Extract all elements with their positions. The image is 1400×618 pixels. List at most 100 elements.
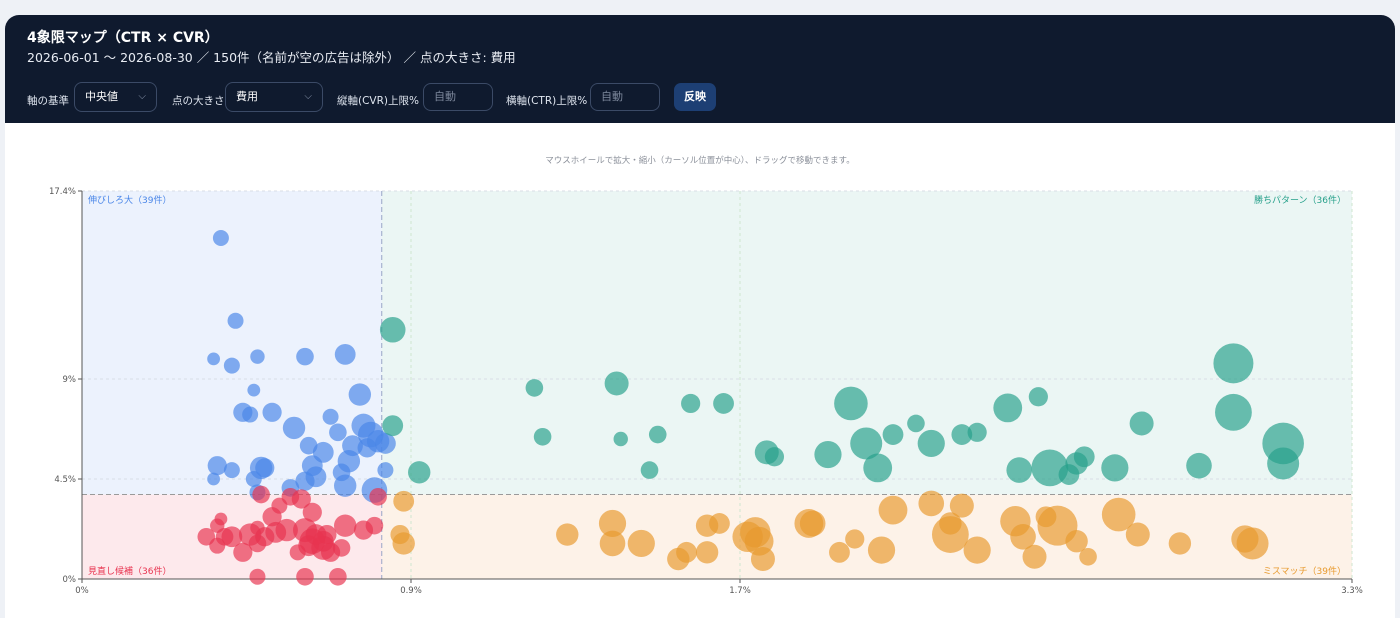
data-point bbox=[967, 422, 987, 442]
data-point bbox=[604, 371, 629, 396]
data-point bbox=[918, 490, 945, 517]
data-point bbox=[242, 406, 259, 423]
quadrant-label-bottom-left: 見直し候補（36件） bbox=[88, 565, 171, 577]
data-point bbox=[392, 532, 415, 555]
data-point bbox=[878, 495, 908, 525]
quadrant-top-left-bg bbox=[82, 191, 382, 495]
data-point bbox=[764, 447, 785, 467]
data-point bbox=[676, 541, 697, 563]
data-point bbox=[695, 541, 719, 564]
data-point bbox=[907, 414, 925, 433]
data-point bbox=[1168, 532, 1192, 555]
x-tick-label: 0.9% bbox=[400, 586, 422, 596]
data-point bbox=[207, 472, 221, 486]
data-point bbox=[357, 438, 377, 458]
data-point bbox=[295, 471, 315, 491]
data-point bbox=[215, 527, 234, 546]
data-point bbox=[1186, 452, 1212, 479]
data-point bbox=[799, 510, 826, 537]
data-point bbox=[750, 547, 775, 571]
data-point bbox=[1022, 544, 1047, 569]
y-tick-label: 4.5% bbox=[54, 475, 76, 485]
quadrant-label-top-right: 勝ちパターン（36件） bbox=[1254, 194, 1346, 206]
data-point bbox=[1006, 457, 1033, 483]
data-point bbox=[834, 386, 868, 421]
data-point bbox=[867, 536, 896, 564]
data-point bbox=[375, 433, 396, 454]
data-point bbox=[289, 544, 306, 561]
data-point bbox=[917, 429, 945, 458]
quadrant-label-top-left: 伸びしろ大（39件） bbox=[88, 194, 171, 206]
data-point bbox=[249, 568, 266, 585]
data-point bbox=[993, 393, 1023, 423]
data-point bbox=[334, 474, 357, 497]
quadrant-bottom-right-bg bbox=[381, 494, 1352, 579]
data-point bbox=[238, 523, 262, 546]
data-point bbox=[845, 529, 865, 549]
data-point bbox=[291, 489, 311, 509]
data-point bbox=[334, 343, 356, 365]
data-point bbox=[365, 516, 384, 535]
data-point bbox=[212, 230, 229, 246]
data-point bbox=[282, 416, 306, 440]
data-point bbox=[963, 536, 991, 564]
data-point bbox=[709, 513, 730, 534]
data-point bbox=[408, 461, 431, 484]
data-point bbox=[227, 312, 244, 329]
data-point bbox=[252, 485, 270, 504]
data-point bbox=[681, 393, 701, 414]
data-point bbox=[382, 415, 404, 437]
data-point bbox=[814, 440, 842, 469]
data-point bbox=[640, 461, 659, 479]
data-point bbox=[1101, 454, 1129, 482]
data-point bbox=[556, 523, 579, 546]
x-tick-label: 1.7% bbox=[729, 586, 751, 596]
data-point bbox=[613, 431, 628, 447]
data-point bbox=[329, 423, 347, 442]
data-point bbox=[329, 567, 347, 586]
y-tick-label: 9% bbox=[63, 375, 77, 385]
data-point bbox=[1129, 411, 1154, 436]
data-point bbox=[223, 357, 240, 374]
data-point bbox=[829, 541, 850, 563]
data-point bbox=[1028, 387, 1048, 407]
data-point bbox=[1125, 522, 1150, 547]
scatter-chart[interactable]: 0% 0.9% 1.7% 3.3% 0% 4.5% 9% 17.4% 伸びしろ大（39件） 勝ちパ… bbox=[5, 15, 1395, 618]
data-point bbox=[262, 402, 282, 422]
quadrant-map-card: 4象限マップ（CTR × CVR） 2026-06-01 〜 2026-08-3… bbox=[5, 15, 1395, 618]
data-point bbox=[369, 487, 387, 506]
data-point bbox=[1236, 527, 1269, 560]
data-point bbox=[713, 393, 734, 414]
y-tick-label: 17.4% bbox=[49, 187, 76, 197]
data-point bbox=[1213, 343, 1254, 384]
data-point bbox=[296, 347, 314, 366]
data-point bbox=[1079, 547, 1097, 566]
data-point bbox=[648, 425, 667, 444]
data-point bbox=[949, 493, 974, 518]
data-point bbox=[740, 517, 771, 548]
data-point bbox=[1267, 447, 1300, 480]
data-point bbox=[247, 383, 261, 397]
data-point bbox=[265, 521, 287, 543]
data-point bbox=[223, 462, 240, 479]
data-point bbox=[250, 349, 265, 364]
data-point bbox=[322, 408, 339, 425]
data-point bbox=[863, 453, 893, 483]
data-point bbox=[311, 535, 336, 560]
x-tick-label: 3.3% bbox=[1341, 586, 1363, 596]
quadrant-label-bottom-right: ミスマッチ（39件） bbox=[1263, 565, 1346, 577]
data-point bbox=[627, 529, 655, 558]
data-point bbox=[882, 424, 904, 445]
data-point bbox=[296, 567, 314, 586]
data-point bbox=[334, 514, 357, 537]
data-point bbox=[525, 379, 544, 397]
data-point bbox=[207, 352, 221, 366]
x-tick-label: 0% bbox=[75, 586, 89, 596]
data-point bbox=[207, 456, 227, 476]
y-tick-label: 0% bbox=[63, 575, 77, 585]
data-point bbox=[377, 462, 394, 479]
data-point bbox=[393, 490, 415, 512]
data-point bbox=[931, 516, 969, 553]
data-point bbox=[332, 539, 351, 557]
data-point bbox=[599, 530, 626, 557]
